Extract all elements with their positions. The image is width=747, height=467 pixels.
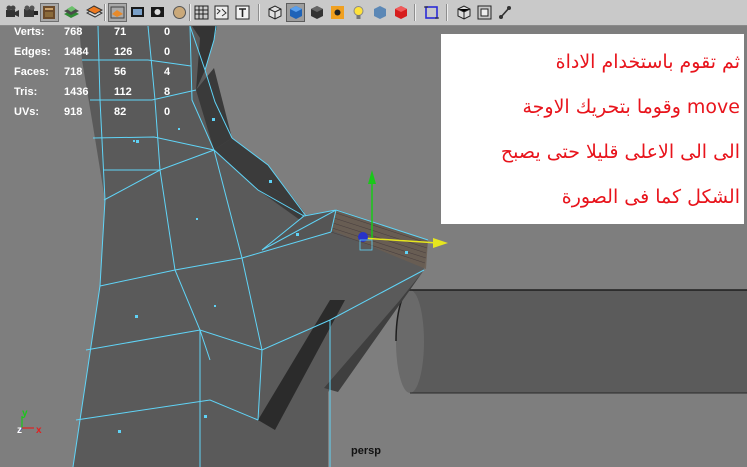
paint-layers-icon[interactable] [62,3,81,22]
uv-texture-icon[interactable] [212,3,231,22]
cylinder-mesh[interactable] [395,289,747,394]
annotation-line-2: move وقوما بتحريك الاوجة [522,96,740,118]
hud-row-tris: Tris: 1436 112 8 [14,86,171,98]
resolution-gate-icon[interactable] [128,3,147,22]
annotation-line-3: الى الى الاعلى قليلا حتى يصبح [500,141,740,163]
isolate-cube-icon[interactable] [265,3,284,22]
light-bulb-icon[interactable] [349,3,368,22]
shadow-cube-icon[interactable] [370,3,389,22]
render-settings-icon[interactable] [21,3,40,22]
xray-cube-icon[interactable] [391,3,410,22]
wireframe-grid-icon[interactable] [192,3,211,22]
viewport-toolbar [0,0,747,26]
annotation-line-4: الشكل كما فى الصورة [561,186,740,208]
hud-row-edges: Edges: 1484 126 0 [14,46,171,58]
tutorial-annotation: ثم تقوم باستخدام الاداة move وقوما بتحري… [441,34,744,224]
axis-x-label: x [36,425,42,436]
texture-icon[interactable] [328,3,347,22]
flat-shade-cube-icon[interactable] [307,3,326,22]
text-icon[interactable] [233,3,252,22]
shaded-sphere-icon[interactable] [148,3,167,22]
film-gate-icon[interactable] [108,3,127,22]
textured-sphere-icon[interactable] [170,3,189,22]
hud-row-faces: Faces: 718 56 4 [14,66,171,78]
render-camera-icon[interactable] [2,3,21,22]
poly-count-hud: Verts: 768 71 0 Edges: 1484 126 0 Faces:… [14,26,184,126]
grid-snap-icon[interactable] [85,3,104,22]
hud-row-verts: Verts: 768 71 0 [14,26,171,38]
annotation-line-1: ثم تقوم باستخدام الاداة [555,51,740,73]
camera-name-label: persp [351,445,381,457]
safe-frame-icon[interactable] [475,3,494,22]
camera-cube-icon[interactable] [454,3,473,22]
view-axis-indicator: y z x [14,408,54,442]
hud-row-uvs: UVs: 918 82 0 [14,106,171,118]
smooth-shade-cube-icon[interactable] [286,3,305,22]
axis-z-label: z [17,425,22,436]
maya-window: Verts: 768 71 0 Edges: 1484 126 0 Faces:… [0,0,747,467]
frame-selection-icon[interactable] [422,3,441,22]
hypershade-book-icon[interactable] [40,3,59,22]
axis-y-label: y [22,408,28,419]
joint-xray-icon[interactable] [496,3,515,22]
